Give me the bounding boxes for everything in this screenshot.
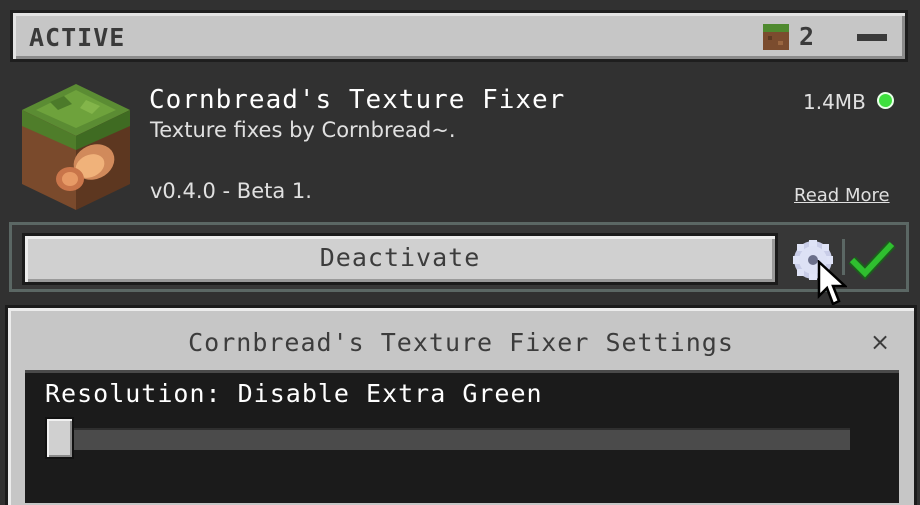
section-title: ACTIVE — [29, 23, 126, 52]
resolution-slider[interactable] — [49, 425, 853, 453]
deactivate-button[interactable]: Deactivate — [22, 233, 778, 285]
checkmark-icon[interactable] — [848, 240, 896, 280]
pack-size: 1.4MB — [803, 90, 866, 114]
collapse-minus-icon[interactable] — [857, 34, 887, 41]
pack-description: Texture fixes by Cornbread~. — [150, 118, 456, 142]
active-status-dot — [877, 92, 894, 109]
pack-version: v0.4.0 - Beta 1. — [150, 179, 312, 203]
close-icon[interactable]: × — [870, 328, 890, 356]
pack-thumbnail-icon — [22, 84, 130, 210]
grass-block-icon — [763, 24, 789, 50]
active-section-header[interactable]: ACTIVE 2 — [10, 10, 908, 62]
pack-name: Cornbread's Texture Fixer — [149, 85, 566, 115]
read-more-link[interactable]: Read More — [794, 185, 890, 206]
settings-content-panel: Resolution: Disable Extra Green — [25, 370, 899, 503]
resolution-slider-thumb[interactable] — [45, 417, 74, 459]
settings-dialog: Cornbread's Texture Fixer Settings × Res… — [5, 305, 917, 505]
pack-action-row: Deactivate — [9, 222, 909, 292]
dialog-title: Cornbread's Texture Fixer Settings — [188, 328, 734, 357]
resolution-label: Resolution: Disable Extra Green — [45, 379, 543, 408]
pack-count: 2 — [799, 22, 815, 51]
